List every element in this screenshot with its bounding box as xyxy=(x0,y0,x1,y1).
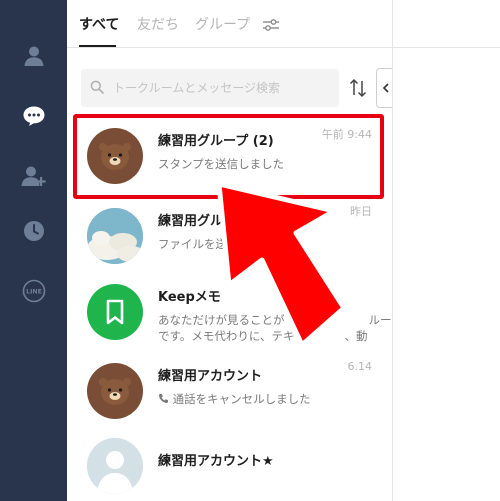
search-input[interactable]: トークルームとメッセージ検索 xyxy=(113,80,280,96)
svg-text:LINE: LINE xyxy=(26,289,42,296)
line-logo-icon: LINE xyxy=(22,279,45,303)
chat-preview-line2: です。メモ代わりに、テキ 、動 xyxy=(158,329,368,343)
chevron-left-icon xyxy=(382,83,389,93)
chat-view-header-line xyxy=(393,47,500,48)
chat-view-area xyxy=(393,0,500,501)
chat-time: 6.14 xyxy=(347,360,373,373)
highlight-box xyxy=(73,114,384,199)
tab-friends[interactable]: 友だち xyxy=(137,16,179,34)
filter-icon[interactable] xyxy=(261,16,281,34)
phone-icon xyxy=(159,394,168,403)
tab-all[interactable]: すべて xyxy=(79,16,119,34)
tab-groups[interactable]: グループ xyxy=(195,16,250,34)
chat-preview: ファイルを送信 xyxy=(158,237,239,251)
default-avatar xyxy=(87,438,143,494)
chat-time: 昨日 xyxy=(350,205,372,218)
active-tab-indicator xyxy=(79,45,116,47)
rail-add-friend-button[interactable] xyxy=(0,152,67,200)
rail-friends-button[interactable] xyxy=(0,32,67,80)
rail-history-button[interactable] xyxy=(0,207,67,255)
sky-avatar xyxy=(87,208,143,264)
chat-item[interactable]: 練習用アカウント 通話をキャンセルしました 6.14 xyxy=(67,353,392,433)
keep-avatar xyxy=(87,284,143,340)
bear-avatar xyxy=(87,363,143,419)
friends-icon xyxy=(24,46,43,66)
chat-icon xyxy=(23,106,44,126)
chat-item[interactable]: 練習用グル ファイルを送信 昨日 xyxy=(67,198,392,278)
history-icon xyxy=(23,221,44,241)
chat-item[interactable]: 練習用アカウント★ xyxy=(67,428,392,501)
chat-item[interactable]: Keepメモ あなただけが見ることが ルーム です。メモ代わりに、テキ 、動 xyxy=(67,274,403,354)
nav-rail: LINE xyxy=(0,0,67,501)
rail-line-button[interactable]: LINE xyxy=(0,267,67,315)
rail-chats-button[interactable] xyxy=(0,92,67,140)
search-icon xyxy=(90,80,104,94)
chat-name: 練習用アカウント★ xyxy=(158,454,274,469)
chat-preview: あなただけが見ることが ルーム xyxy=(158,313,403,327)
search-box[interactable]: トークルームとメッセージ検索 xyxy=(81,69,339,107)
chat-name: 練習用グル xyxy=(158,214,224,229)
chat-name: Keepメモ xyxy=(158,290,221,305)
add-friend-icon xyxy=(21,166,46,186)
chat-name: 練習用アカウント xyxy=(158,369,263,384)
tab-bar: すべて 友だち グループ xyxy=(67,0,392,48)
chat-list-panel: すべて 友だち グループ トークルームとメッセージ検索 練習用グループ (2) … xyxy=(67,0,403,501)
chat-preview: 通話をキャンセルしました xyxy=(158,391,311,407)
sort-icon[interactable] xyxy=(348,77,368,99)
